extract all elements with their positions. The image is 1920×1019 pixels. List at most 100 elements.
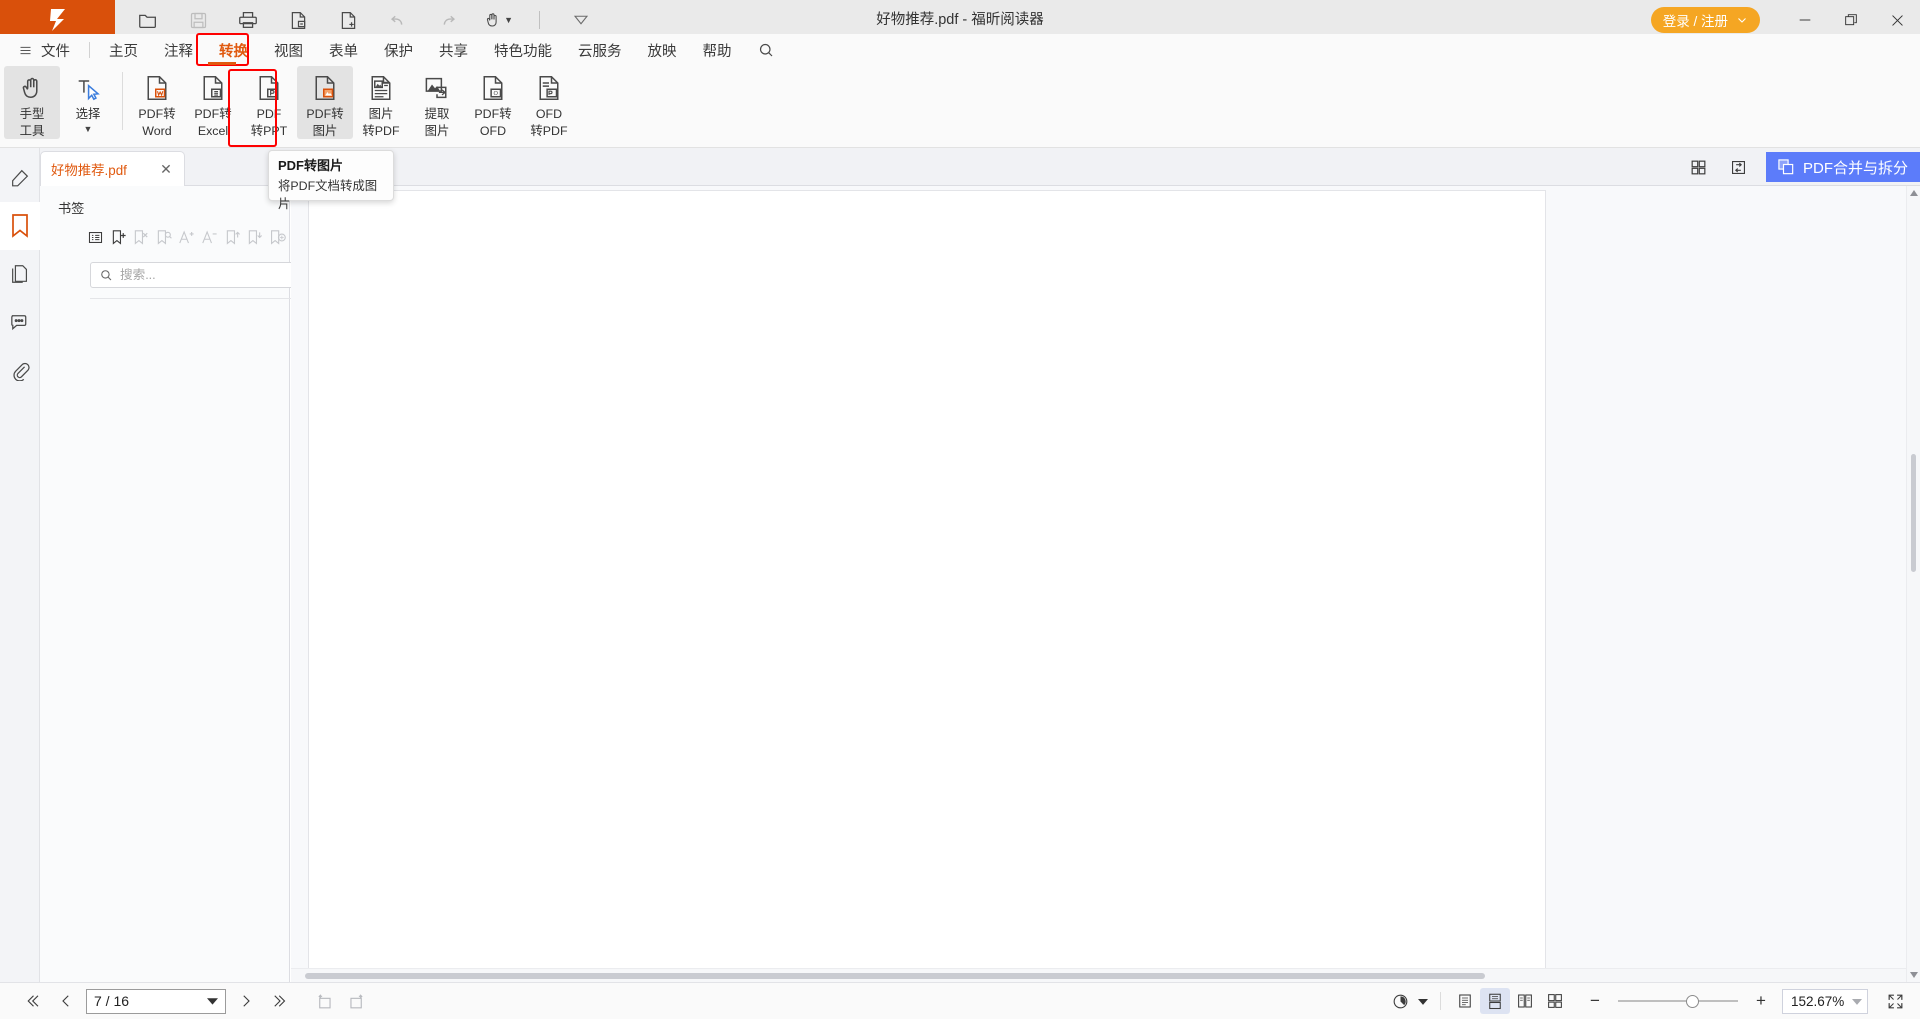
login-register-button[interactable]: 登录 / 注册 xyxy=(1651,7,1760,33)
rotate-left-button[interactable] xyxy=(310,987,338,1015)
menu-item-help[interactable]: 帮助 xyxy=(690,35,745,65)
pdf-page-canvas[interactable] xyxy=(308,190,1546,975)
bookmark-list-button[interactable] xyxy=(84,225,107,249)
zoom-level-input[interactable]: 152.67% xyxy=(1782,989,1868,1014)
sidebar-item-pages[interactable] xyxy=(0,250,40,298)
zoom-out-button[interactable]: − xyxy=(1580,988,1610,1014)
menu-item-cloud[interactable]: 云服务 xyxy=(565,35,635,65)
ribbon-pdf-to-ofd[interactable]: O PDF转 OFD xyxy=(465,66,521,139)
last-page-button[interactable] xyxy=(266,987,294,1015)
document-tab-name: 好物推荐.pdf xyxy=(51,159,152,179)
new-document-button[interactable] xyxy=(333,5,363,35)
open-file-button[interactable] xyxy=(133,5,163,35)
chevron-down-icon xyxy=(207,997,218,1005)
zoom-slider[interactable] xyxy=(1618,994,1738,1008)
menu-item-convert[interactable]: 转换 xyxy=(206,35,261,65)
zoom-slider-knob[interactable] xyxy=(1686,995,1699,1008)
select-tool-caret[interactable]: ▼ xyxy=(84,125,93,133)
ribbon-pdf-to-word[interactable]: PDF转 Word xyxy=(129,66,185,139)
sidebar-item-bookmarks[interactable] xyxy=(0,202,40,250)
horizontal-scroll-thumb[interactable] xyxy=(305,973,1485,979)
hand-icon xyxy=(18,71,46,105)
page-number-input[interactable]: 7 / 16 xyxy=(86,989,226,1014)
sidebar-item-highlight[interactable] xyxy=(0,154,40,202)
two-page-continuous-view-button[interactable] xyxy=(1540,988,1570,1014)
horizontal-scrollbar[interactable] xyxy=(291,968,1906,982)
rotate-right-button[interactable] xyxy=(342,987,370,1015)
doc-excel-icon xyxy=(198,71,228,105)
menu-item-file[interactable]: 文件 xyxy=(0,35,83,65)
menu-item-present[interactable]: 放映 xyxy=(635,35,690,65)
delete-bookmark-button[interactable] xyxy=(130,225,153,249)
add-bookmark-button[interactable] xyxy=(107,225,130,249)
ribbon-ofd-to-pdf[interactable]: OFD 转PDF xyxy=(521,66,577,139)
ribbon-select-tool[interactable]: 选择 ▼ xyxy=(60,66,116,138)
foxit-reader-window: ▼ 好物推荐.pdf - 福昕阅读器 登录 / 注册 xyxy=(0,0,1920,1019)
single-page-view-button[interactable] xyxy=(1450,988,1480,1014)
menu-item-form[interactable]: 表单 xyxy=(316,35,371,65)
ribbon-pdf-to-image[interactable]: PDF转 图片 xyxy=(297,66,353,139)
menu-file-label: 文件 xyxy=(41,40,70,61)
ribbon-image-to-pdf[interactable]: 图片 转PDF xyxy=(353,66,409,139)
two-page-view-button[interactable] xyxy=(1510,988,1540,1014)
pdf-merge-split-button[interactable]: PDF合并与拆分 xyxy=(1766,152,1920,182)
image-to-pdf-label-2: 转PDF xyxy=(362,124,399,139)
vertical-scroll-thumb[interactable] xyxy=(1911,454,1916,572)
bookmark-search-input[interactable] xyxy=(120,268,300,282)
hand-dropdown-caret[interactable]: ▼ xyxy=(504,16,513,24)
save-button[interactable] xyxy=(183,5,213,35)
menu-item-share[interactable]: 共享 xyxy=(426,35,481,65)
create-from-file-button[interactable] xyxy=(283,5,313,35)
pdf-to-image-tooltip: PDF转图片 将PDF文档转成图片 xyxy=(268,150,394,201)
toolbar-divider xyxy=(539,11,540,29)
undo-button[interactable] xyxy=(383,5,413,35)
scroll-up-button[interactable] xyxy=(1907,186,1920,200)
next-page-button[interactable] xyxy=(232,987,260,1015)
text-select-icon xyxy=(74,71,102,105)
sidebar-item-comments[interactable] xyxy=(0,298,40,346)
bookmark-search-box[interactable] xyxy=(90,262,319,288)
bookmark-options-button[interactable] xyxy=(266,225,289,249)
increase-font-button[interactable] xyxy=(175,225,198,249)
pdf-to-excel-label-1: PDF转 xyxy=(194,107,231,122)
ribbon-pdf-to-ppt[interactable]: PDF 转PPT xyxy=(241,66,297,139)
menu-item-home[interactable]: 主页 xyxy=(96,35,151,65)
zoom-out-label: − xyxy=(1590,991,1600,1011)
sidebar-item-attachments[interactable] xyxy=(0,346,40,394)
move-bookmark-down-button[interactable] xyxy=(243,225,266,249)
swap-view-icon[interactable] xyxy=(1726,154,1752,180)
grid-view-icon[interactable] xyxy=(1686,154,1712,180)
ribbon-hand-tool[interactable]: 手型 工具 xyxy=(4,66,60,139)
scroll-down-button[interactable] xyxy=(1907,968,1920,982)
ribbon-pdf-to-excel[interactable]: PDF转 Excel xyxy=(185,66,241,139)
read-mode-caret[interactable] xyxy=(1415,988,1431,1014)
ribbon-extract-image[interactable]: 提取 图片 xyxy=(409,66,465,139)
prev-page-button[interactable] xyxy=(52,987,80,1015)
first-page-button[interactable] xyxy=(18,987,46,1015)
menu-item-view[interactable]: 视图 xyxy=(261,35,316,65)
menu-item-protect[interactable]: 保护 xyxy=(371,35,426,65)
zoom-in-button[interactable]: + xyxy=(1746,988,1776,1014)
customize-toolbar-button[interactable] xyxy=(566,5,596,35)
merge-split-icon xyxy=(1776,157,1796,177)
vertical-scrollbar[interactable] xyxy=(1906,186,1920,982)
fullscreen-button[interactable] xyxy=(1880,988,1910,1014)
zoom-level-value: 152.67% xyxy=(1791,994,1844,1009)
locate-bookmark-button[interactable] xyxy=(152,225,175,249)
document-view-area xyxy=(291,186,1920,982)
print-button[interactable] xyxy=(233,5,263,35)
move-bookmark-up-button[interactable] xyxy=(221,225,244,249)
menu-search-button[interactable] xyxy=(757,41,775,59)
read-mode-button[interactable] xyxy=(1385,988,1415,1014)
menu-item-features[interactable]: 特色功能 xyxy=(481,35,565,65)
decrease-font-button[interactable] xyxy=(198,225,221,249)
continuous-view-button[interactable] xyxy=(1480,988,1510,1014)
convert-tab-underline xyxy=(208,62,236,65)
document-tab[interactable]: 好物推荐.pdf ✕ xyxy=(40,151,185,186)
svg-text:O: O xyxy=(494,91,499,97)
close-icon[interactable]: ✕ xyxy=(158,161,174,178)
redo-button[interactable] xyxy=(433,5,463,35)
hand-pointer-button[interactable]: ▼ xyxy=(483,5,513,35)
zoom-slider-track xyxy=(1618,1000,1738,1002)
menu-item-comment[interactable]: 注释 xyxy=(151,35,206,65)
